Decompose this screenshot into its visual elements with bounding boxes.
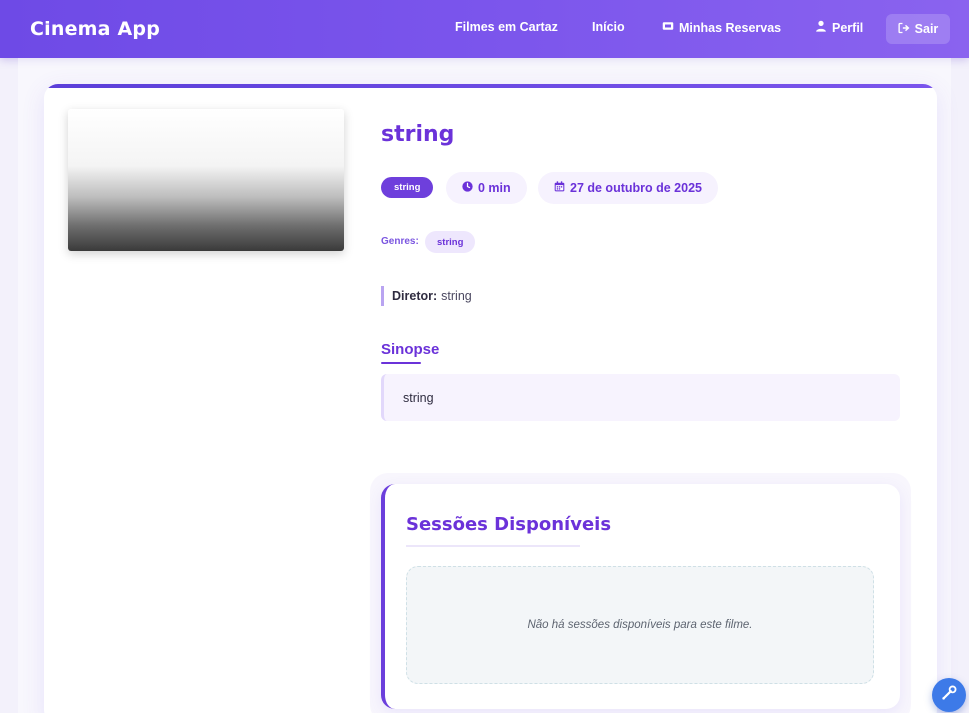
synopsis-box: string [381,374,900,421]
director-value: string [441,289,472,303]
nav-link-home[interactable]: Início [592,20,625,34]
director-label: Diretor: [392,289,438,303]
director-row: Diretor: string [381,286,472,306]
nav-link-reservations-label: Minhas Reservas [679,20,782,35]
genres-label: Genres: [381,236,419,247]
synopsis-heading: Sinopse [381,341,440,358]
sessions-heading: Sessões Disponíveis [406,514,612,535]
sign-out-icon [898,22,910,37]
calendar-icon [554,181,565,195]
release-date-text: 27 de outubro de 2025 [570,181,702,195]
sessions-heading-underline [406,545,580,547]
duration-text: 0 min [478,181,511,195]
nav-link-reservations[interactable]: Minhas Reservas [662,20,781,35]
nav-link-movies[interactable]: Filmes em Cartaz [455,20,558,34]
logout-label: Sair [914,22,939,36]
sessions-empty-state: Não há sessões disponíveis para este fil… [406,566,874,684]
floating-tools-button[interactable] [932,678,966,712]
synopsis-heading-underline [381,362,421,364]
nav-link-movies-label: Filmes em Cartaz [455,20,558,34]
release-date-pill: 27 de outubro de 2025 [538,172,718,204]
movie-title: string [381,122,455,147]
classification-badge: string [381,177,434,198]
wrench-icon [940,684,958,707]
brand-logo[interactable]: Cinema App [30,18,160,40]
navbar: Cinema App Filmes em Cartaz Início Minha… [0,0,969,58]
genre-chip: string [425,231,476,253]
movie-poster [68,109,344,251]
logout-button[interactable]: Sair [886,14,950,44]
duration-pill: 0 min [446,172,527,204]
nav-link-profile-label: Perfil [832,20,864,35]
synopsis-text: string [403,390,434,405]
user-icon [815,20,827,35]
nav-link-home-label: Início [592,20,625,34]
clock-icon [462,181,473,195]
nav-link-profile[interactable]: Perfil [815,20,863,35]
card-accent-bar [44,84,937,88]
ticket-icon [662,20,674,35]
sessions-empty-message: Não há sessões disponíveis para este fil… [527,619,753,631]
